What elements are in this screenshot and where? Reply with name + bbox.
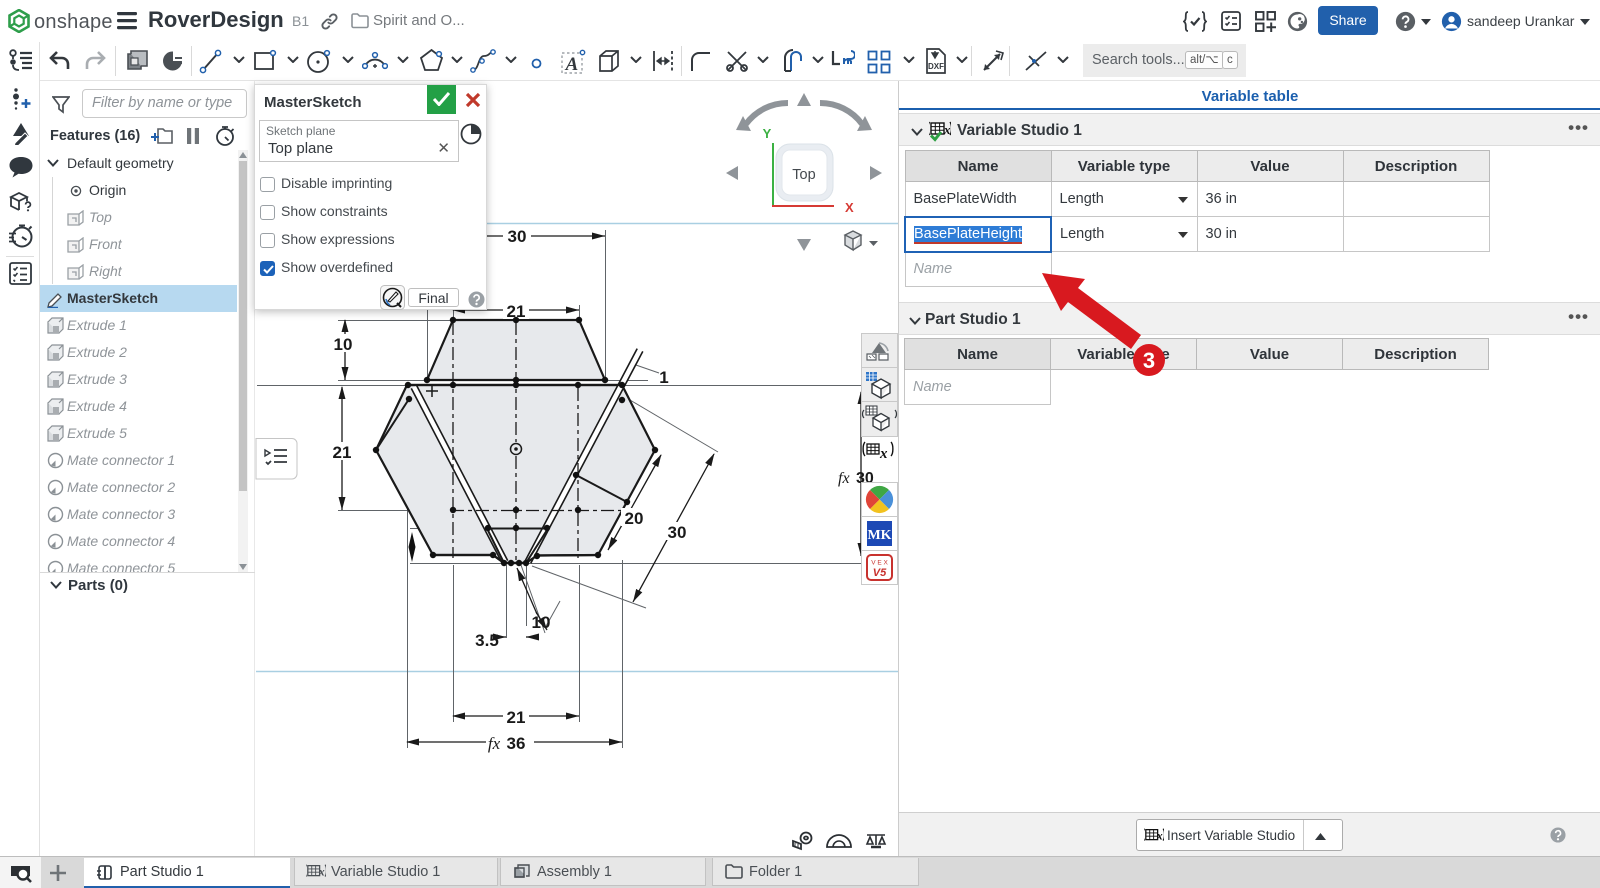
svg-text:fx: fx [838,470,850,487]
svg-text:36: 36 [507,734,526,753]
svg-text:10: 10 [532,613,551,632]
svg-text:21: 21 [507,708,526,727]
svg-text:DXF: DXF [928,62,944,71]
svg-text:30: 30 [668,523,687,542]
svg-text:V5: V5 [873,567,887,579]
svg-text:x: x [318,865,325,879]
svg-text:x: x [879,446,888,462]
svg-text:21: 21 [333,443,352,462]
svg-text:30: 30 [508,227,527,246]
svg-text:3.5: 3.5 [475,631,499,650]
svg-text:Top: Top [792,167,815,183]
svg-text:Y: Y [763,126,772,141]
svg-text:A: A [565,54,579,75]
svg-text:x: x [1156,829,1163,843]
svg-text:3: 3 [1143,348,1155,373]
svg-text:20: 20 [625,509,644,528]
svg-text:X: X [845,200,854,215]
svg-text:10: 10 [334,335,353,354]
svg-text:1: 1 [659,368,668,387]
svg-text:MK: MK [867,528,891,543]
svg-text:V E X: V E X [871,560,888,567]
svg-text:fx: fx [488,734,501,753]
